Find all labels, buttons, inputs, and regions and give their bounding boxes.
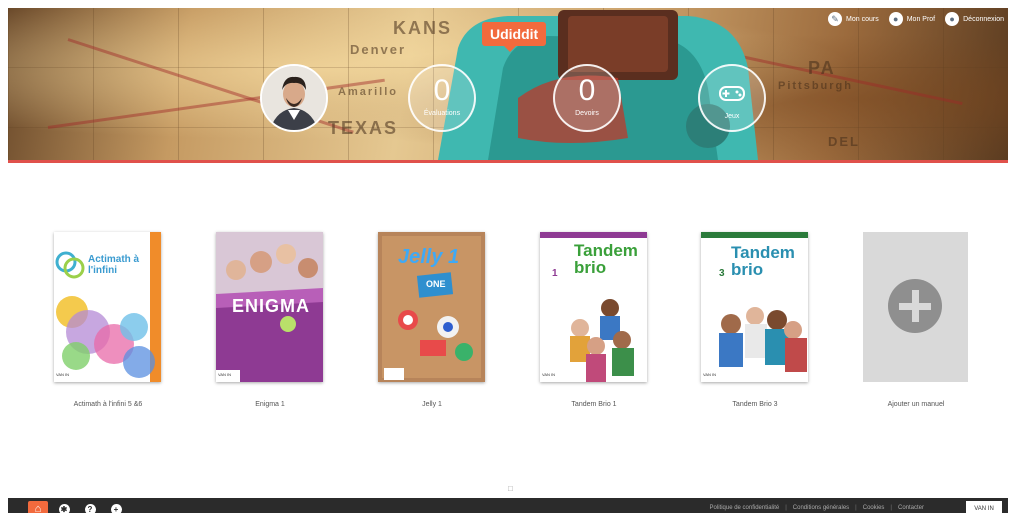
footer-separator: | xyxy=(890,505,892,511)
top-link-course[interactable]: ✎ Mon cours xyxy=(828,12,879,26)
book-subtitle: ONE xyxy=(426,279,446,289)
publisher-mark: VAN IN xyxy=(56,372,70,377)
book-caption[interactable]: Tandem Brio 3 xyxy=(680,401,830,408)
map-label: Amarillo xyxy=(338,86,399,98)
book-caption[interactable]: Actimath à l'infini 5 &6 xyxy=(33,401,183,408)
settings-icon: ✱ xyxy=(58,503,70,513)
book-cover-enigma[interactable]: ENIGMA VAN IN xyxy=(216,232,323,382)
footer-link-cookies[interactable]: Cookies xyxy=(863,505,885,511)
book-caption[interactable]: Jelly 1 xyxy=(357,401,507,408)
map-label: DEL xyxy=(828,134,860,149)
book-cover-tandem-brio-1[interactable]: Tandem brio 1 VAN IN xyxy=(540,232,647,382)
add-manual-button[interactable] xyxy=(863,232,968,382)
help-icon: ? xyxy=(84,503,96,513)
account-icon: ● xyxy=(945,12,960,26)
user-icon: ● xyxy=(888,12,903,26)
book-title: Jelly 1 xyxy=(398,246,460,268)
book-title: Tandem brio xyxy=(731,243,795,279)
top-link-label: Mon cours xyxy=(846,15,879,23)
app-window: KANS Denver TEXAS Amarillo Pittsburgh PA… xyxy=(8,8,1008,513)
publisher-mark: VAN IN xyxy=(542,372,556,377)
edit-icon: ✎ xyxy=(828,12,843,26)
footer-link-privacy[interactable]: Politique de confidentialité xyxy=(710,505,780,511)
add-manual-caption[interactable]: Ajouter un manuel xyxy=(841,401,991,408)
publisher-mark: VAN IN xyxy=(703,372,717,377)
book-cover-jelly[interactable]: Jelly 1 ONE xyxy=(378,232,485,382)
add-button[interactable]: + xyxy=(108,501,124,513)
evaluations-label: Évaluations xyxy=(423,110,461,117)
header-banner: KANS Denver TEXAS Amarillo Pittsburgh PA… xyxy=(8,8,1008,160)
footer-links: Politique de confidentialité | Condition… xyxy=(710,505,924,511)
footer-link-contact[interactable]: Contacter xyxy=(898,505,924,511)
book-cover-actimath[interactable]: Actimath à l'infini VAN IN xyxy=(54,232,161,382)
add-icon: + xyxy=(110,503,122,513)
homework-count: 0 xyxy=(578,74,596,107)
homework-counter[interactable]: 0 Devoirs xyxy=(553,64,621,132)
map-label: TEXAS xyxy=(328,118,399,138)
footer-link-terms[interactable]: Conditions générales xyxy=(793,505,849,511)
map-label: Pittsburgh xyxy=(778,80,853,92)
settings-button[interactable]: ✱ xyxy=(56,501,72,513)
home-icon: ⌂ xyxy=(34,503,42,513)
evaluations-counter[interactable]: 0 Évaluations xyxy=(408,64,476,132)
app-logo[interactable]: Udiddit xyxy=(482,22,547,52)
profile-photo xyxy=(262,66,326,130)
top-link-label: Déconnexion xyxy=(963,15,1004,23)
book-caption[interactable]: Tandem Brio 1 xyxy=(519,401,669,408)
publisher-mark: VAN IN xyxy=(218,372,232,377)
footer-separator: | xyxy=(785,505,787,511)
games-label: Jeux xyxy=(724,113,740,120)
page-indicator[interactable]: □ xyxy=(508,484,513,493)
help-button[interactable]: ? xyxy=(82,501,98,513)
book-title: Tandem brio xyxy=(574,241,638,277)
map-label: PA xyxy=(808,58,836,78)
map-label: Denver xyxy=(350,42,407,57)
avatar[interactable] xyxy=(260,64,328,132)
book-title: Actimath à l'infini xyxy=(88,254,140,276)
header-divider xyxy=(8,160,1008,163)
gamepad-icon xyxy=(719,86,745,101)
top-link-label: Mon Prof xyxy=(906,15,936,23)
games-button[interactable]: Jeux xyxy=(698,64,766,132)
home-button[interactable]: ⌂ xyxy=(28,501,48,513)
plus-icon xyxy=(888,279,942,333)
top-links: ✎ Mon cours ● Mon Prof ● Déconnexion xyxy=(828,12,1004,26)
homework-label: Devoirs xyxy=(575,110,599,117)
book-caption[interactable]: Enigma 1 xyxy=(195,401,345,408)
book-cover-tandem-brio-3[interactable]: Tandem brio 3 VAN IN xyxy=(701,232,808,382)
evaluations-count: 0 xyxy=(433,74,451,107)
top-link-logout[interactable]: ● Déconnexion xyxy=(945,12,1004,26)
book-volume: 1 xyxy=(552,268,558,279)
publisher-logo[interactable]: VAN IN xyxy=(966,501,1002,513)
footer-bar: ⌂ ✱ ? + Politique de confidentialité | C… xyxy=(8,498,1008,513)
book-title: ENIGMA xyxy=(232,296,310,316)
top-link-teacher[interactable]: ● Mon Prof xyxy=(888,12,936,26)
footer-separator: | xyxy=(855,505,857,511)
book-volume: 3 xyxy=(719,268,725,279)
